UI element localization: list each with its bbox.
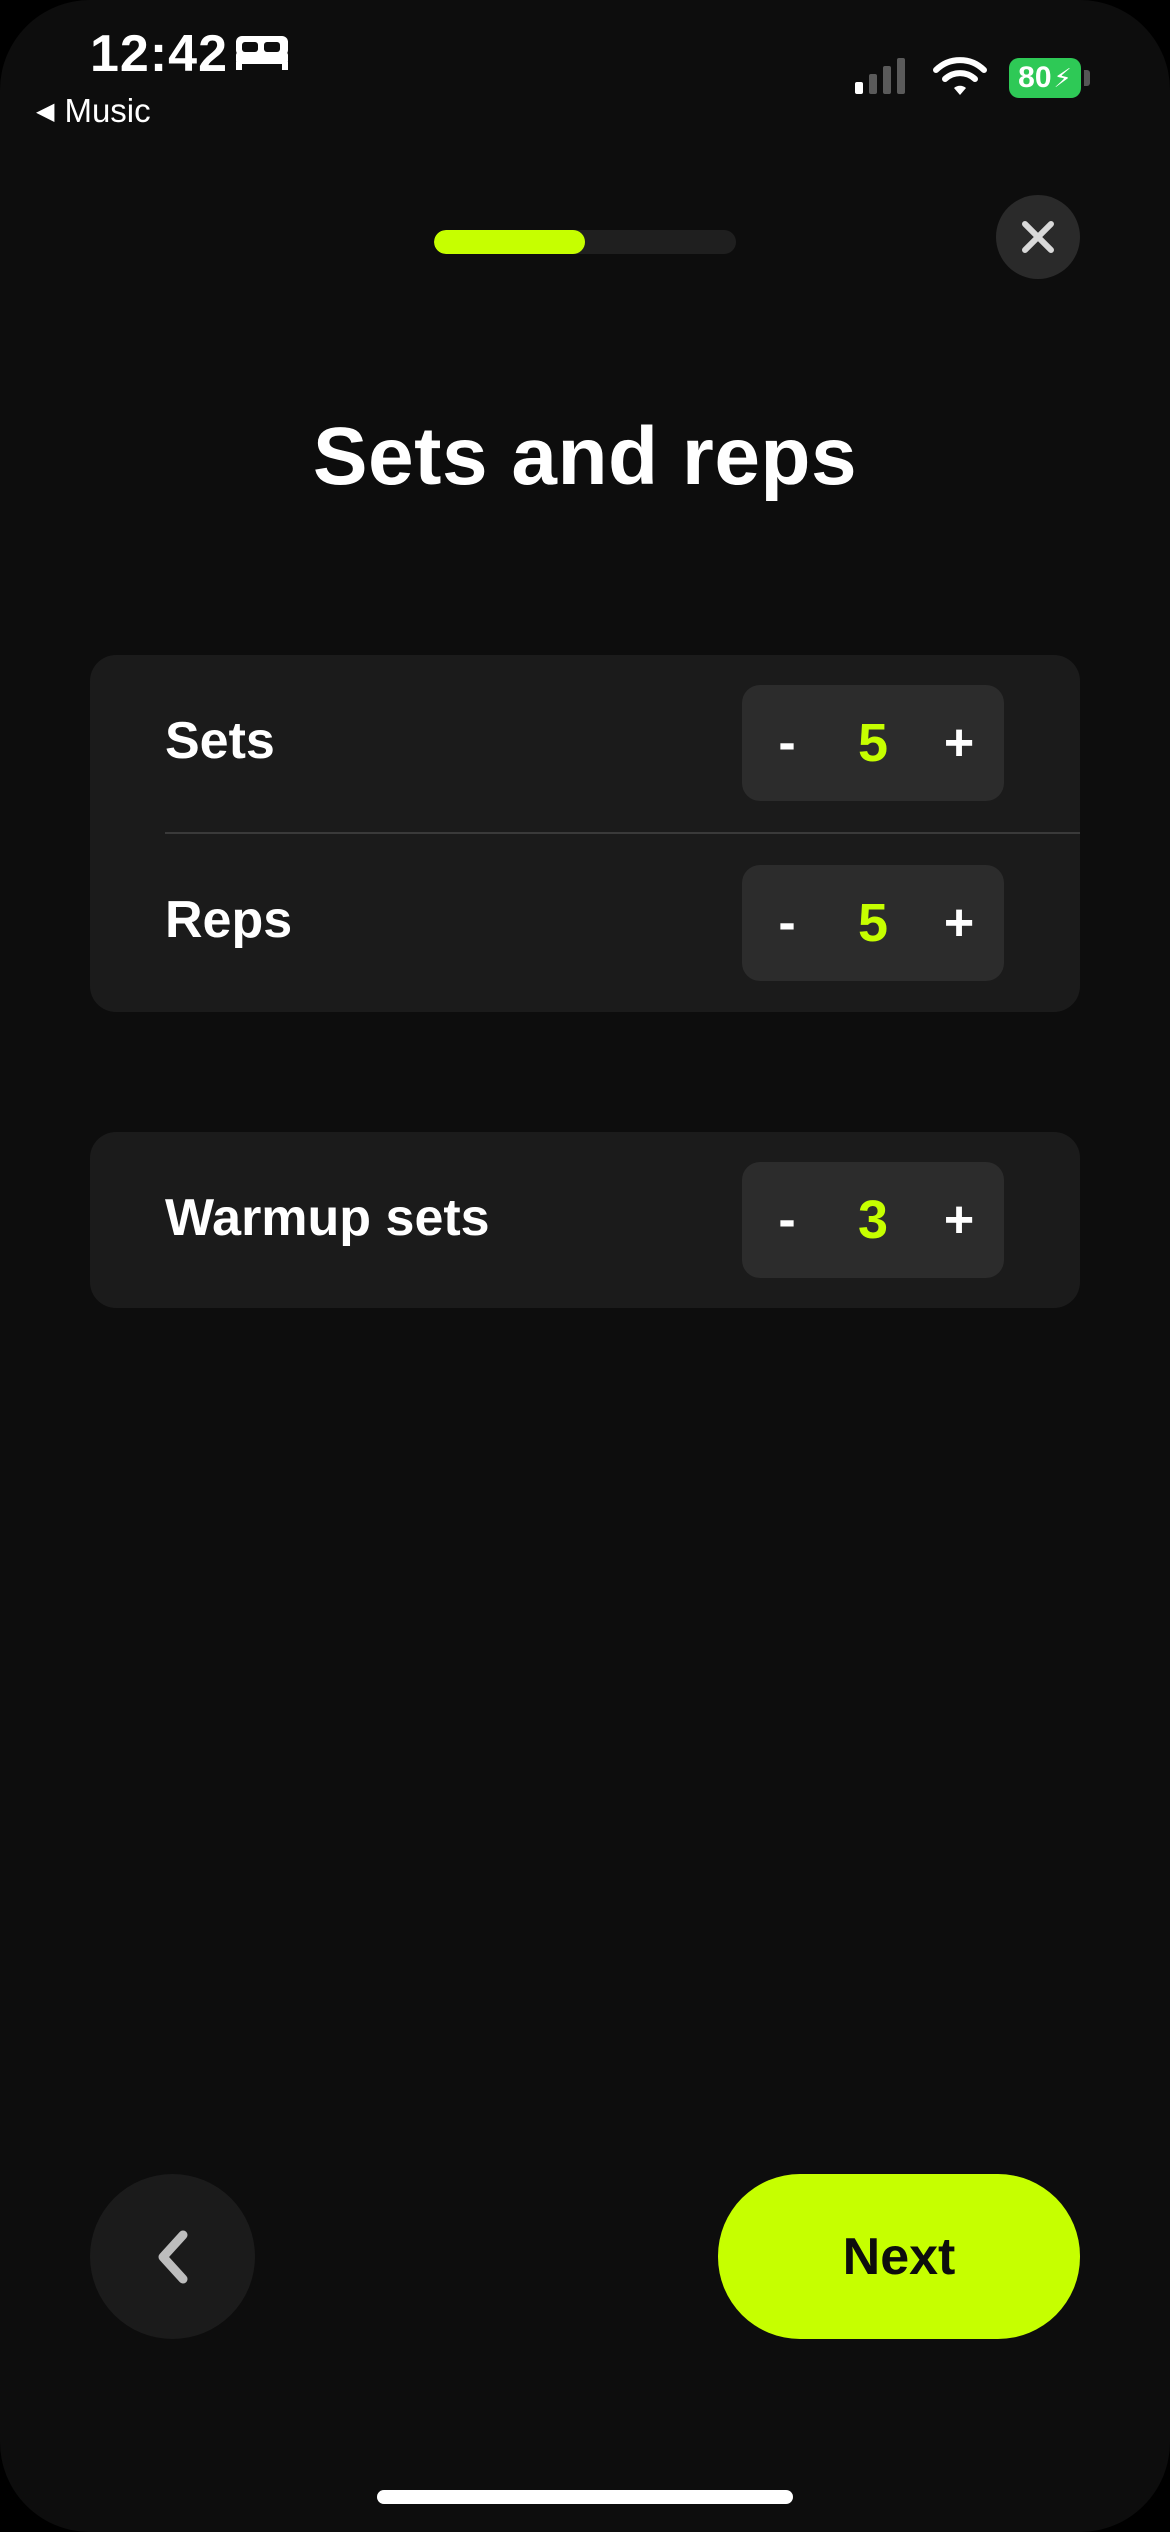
charging-bolt-icon: ⚡ — [1053, 62, 1072, 93]
battery-indicator: 80 ⚡ — [1009, 58, 1081, 98]
battery-tip — [1084, 70, 1090, 86]
battery-level: 80 — [1018, 61, 1052, 94]
home-indicator[interactable] — [377, 2490, 793, 2504]
status-time: 12:42 — [90, 25, 228, 83]
page-title: Sets and reps — [312, 411, 858, 502]
sets-row: Sets - 5 + — [90, 655, 1080, 832]
back-app-label: Music — [64, 92, 151, 129]
reps-value: 5 — [857, 893, 889, 953]
reps-decrement-button[interactable]: - — [752, 865, 822, 981]
back-button[interactable] — [90, 2174, 255, 2339]
sets-stepper: - 5 + — [742, 685, 1004, 801]
sets-reps-card: Sets - 5 + Reps - 5 + — [90, 655, 1080, 1012]
progress-fill — [434, 230, 585, 254]
cellular-signal-icon — [855, 58, 905, 94]
close-icon — [1022, 221, 1054, 253]
chevron-left-icon — [158, 2230, 187, 2283]
reps-row: Reps - 5 + — [90, 834, 1080, 1012]
warmup-row: Warmup sets - 3 + — [90, 1132, 1080, 1308]
warmup-increment-button[interactable]: + — [924, 1162, 994, 1278]
sleep-bed-icon — [236, 36, 288, 70]
wifi-icon — [933, 57, 987, 95]
warmup-value: 3 — [857, 1190, 889, 1250]
warmup-decrement-button[interactable]: - — [752, 1162, 822, 1278]
app-screen: 12:42 ◀ Music 80 ⚡ Sets and reps Sets - … — [0, 0, 1170, 2532]
sets-increment-button[interactable]: + — [924, 685, 994, 801]
sets-label: Sets — [165, 712, 275, 770]
reps-label: Reps — [165, 891, 293, 949]
reps-stepper: - 5 + — [742, 865, 1004, 981]
close-button[interactable] — [996, 195, 1080, 279]
warmup-stepper: - 3 + — [742, 1162, 1004, 1278]
warmup-label: Warmup sets — [165, 1189, 490, 1247]
back-triangle-icon: ◀ — [36, 97, 55, 125]
onboarding-progress-bar — [434, 230, 736, 254]
reps-increment-button[interactable]: + — [924, 865, 994, 981]
back-to-app-link[interactable]: ◀ Music — [36, 92, 151, 130]
warmup-card: Warmup sets - 3 + — [90, 1132, 1080, 1308]
next-button[interactable]: Next — [718, 2174, 1080, 2339]
sets-decrement-button[interactable]: - — [752, 685, 822, 801]
sets-value: 5 — [857, 713, 889, 773]
